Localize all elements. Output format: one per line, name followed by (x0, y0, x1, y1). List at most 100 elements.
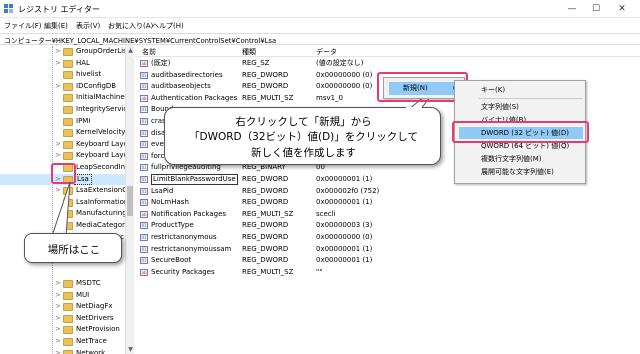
tree-scrollbar[interactable]: ▲ ▼ (125, 46, 134, 354)
tree-item[interactable]: > NetDrivers (0, 313, 133, 324)
value-name: ProductType (151, 221, 194, 230)
submenu-key[interactable]: キー(K) (481, 84, 585, 96)
tree-item[interactable]: > IDConfigDB (0, 81, 133, 92)
value-row[interactable]: 01 SecureBoot REG_DWORD 0x00000001 (1) (135, 255, 640, 266)
tree-item[interactable]: > Keyboard Layo (0, 150, 133, 161)
location-callout-text: 場所はここ (47, 244, 101, 256)
minimize-button[interactable]: — (562, 0, 582, 18)
expand-chevron-icon[interactable]: > (55, 336, 61, 347)
tree-item[interactable]: > Network (0, 348, 133, 354)
tree-item[interactable]: IntegrityServic (0, 104, 133, 115)
expand-chevron-icon[interactable]: > (55, 301, 61, 312)
tree-item[interactable]: hivelist (0, 69, 133, 80)
binary-value-icon: 01 (140, 129, 148, 137)
expand-chevron-icon[interactable]: > (55, 81, 61, 92)
tree-item[interactable]: InitialMachine (0, 92, 133, 103)
tree-item[interactable]: > MSDTC (0, 278, 133, 289)
expand-chevron-icon[interactable]: > (55, 46, 61, 57)
value-name: Notification Packages (151, 209, 227, 218)
column-header-data[interactable]: データ (316, 47, 337, 57)
tree-item-label: NetDiagFx (76, 302, 113, 311)
value-row[interactable]: 01 LsaPid REG_DWORD 0x000002f0 (752) (135, 186, 640, 197)
value-row[interactable]: ab (既定) REG_SZ (値の設定なし) (135, 58, 640, 69)
menu-help[interactable]: ヘルプ(H) (152, 21, 184, 31)
column-header-name[interactable]: 名前 (142, 47, 156, 57)
tree-item[interactable]: > NetProvision (0, 324, 133, 335)
tree-item-label: NetTrace (76, 337, 107, 345)
expand-chevron-icon[interactable]: > (55, 150, 61, 161)
binary-value-icon: 01 (140, 106, 148, 114)
menu-bar: ファイル(F) 編集(E) 表示(V) お気に入り(A) ヘルプ(H) (0, 18, 640, 33)
tree-item-label: Manufacturing (76, 209, 127, 218)
folder-icon (63, 349, 73, 354)
tree-item[interactable]: KernelVelocity (0, 127, 133, 138)
value-row[interactable]: 01 restrictanonymoussam REG_DWORD 0x0000000… (135, 244, 640, 255)
value-row[interactable]: 01 restrictanonymous REG_DWORD 0x00000000 (… (135, 232, 640, 243)
binary-value-icon: 01 (140, 83, 148, 91)
value-type: REG_SZ (242, 59, 270, 67)
value-row[interactable]: 01 NoLmHash REG_DWORD 0x00000001 (1) (135, 197, 640, 208)
expand-chevron-icon[interactable]: > (55, 313, 61, 324)
tree-item[interactable]: > NetDiagFx (0, 301, 133, 312)
submenu-expandstring[interactable]: 展開可能な文字列値(E) (481, 166, 585, 178)
string-value-icon: ab (140, 60, 148, 67)
value-type: REG_DWORD (242, 256, 289, 265)
string-value-icon: ab (140, 94, 148, 102)
scroll-thumb[interactable] (127, 186, 133, 216)
binary-value-icon: 01 (140, 234, 148, 241)
expand-chevron-icon[interactable]: > (55, 324, 61, 335)
tree-item[interactable]: > Keyboard Layo (0, 139, 133, 150)
value-data: 0x00000000 (0) (316, 82, 373, 91)
value-data: 0x00000001 (1) (316, 244, 373, 253)
binary-value-icon: 01 (140, 141, 148, 149)
folder-icon (63, 314, 73, 323)
tree-item[interactable] (0, 266, 133, 277)
value-type: REG_MULTI_SZ (242, 267, 294, 276)
list-header: 名前 種類 データ (135, 46, 640, 57)
binary-value-icon: 01 (140, 152, 148, 160)
folder-icon (63, 94, 73, 103)
scroll-down-arrow-icon[interactable]: ▼ (126, 345, 135, 354)
tree-item-label: HAL (76, 58, 90, 67)
dword-highlight-frame (452, 121, 589, 143)
expand-chevron-icon[interactable]: > (55, 278, 61, 289)
value-type: REG_DWORD (242, 198, 289, 207)
expand-chevron-icon[interactable]: > (55, 290, 61, 301)
tree-item[interactable]: > MUI (0, 290, 133, 301)
value-row[interactable]: 01 ProductType REG_DWORD 0x00000003 (3) (135, 220, 640, 231)
value-name: auditbasedirectories (151, 70, 223, 79)
menu-edit[interactable]: 編集(E) (44, 21, 68, 31)
maximize-button[interactable]: ☐ (586, 0, 606, 18)
menu-view[interactable]: 表示(V) (76, 21, 100, 31)
tree-item[interactable]: > NetTrace (0, 336, 133, 347)
value-data: scecli (316, 209, 336, 218)
column-header-type[interactable]: 種類 (242, 47, 256, 57)
expand-chevron-icon[interactable]: > (55, 139, 61, 150)
address-path[interactable]: コンピューター¥HKEY_LOCAL_MACHINE¥SYSTEM¥Curren… (4, 35, 276, 45)
value-name: LimitBlankPasswordUse (151, 174, 238, 185)
close-button[interactable]: ✕ (612, 0, 632, 18)
submenu-string[interactable]: 文字列値(S) (481, 101, 585, 113)
value-row[interactable]: ab Notification Packages REG_MULTI_SZ scecl… (135, 209, 640, 220)
expand-chevron-icon[interactable]: > (55, 348, 61, 354)
scroll-up-arrow-icon[interactable]: ▲ (126, 46, 135, 55)
folder-icon (63, 326, 73, 335)
tree-item[interactable]: IPMI (0, 116, 133, 127)
tree-item-label: IDConfigDB (76, 81, 117, 90)
address-bar[interactable]: コンピューター¥HKEY_LOCAL_MACHINE¥SYSTEM¥Curren… (0, 33, 640, 45)
binary-value-icon: 01 (140, 245, 148, 253)
menu-file[interactable]: ファイル(F) (4, 21, 42, 31)
value-data: 0x00000001 (1) (316, 175, 373, 183)
folder-icon (63, 82, 73, 91)
value-type: REG_DWORD (242, 186, 289, 195)
folder-icon (63, 140, 73, 149)
submenu-multistring[interactable]: 複数行文字列値(M) (481, 153, 585, 165)
tree-item-label: NetProvision (76, 325, 120, 334)
tree-item[interactable]: > HAL (0, 58, 133, 69)
value-row[interactable]: ab Security Packages REG_MULTI_SZ "" (135, 267, 640, 278)
tree-item-label: InitialMachine (76, 93, 125, 102)
folder-icon (63, 291, 73, 300)
expand-chevron-icon[interactable]: > (55, 58, 61, 69)
tree-item[interactable]: > GroupOrderLis (0, 46, 133, 57)
menu-favorites[interactable]: お気に入り(A) (108, 21, 153, 31)
